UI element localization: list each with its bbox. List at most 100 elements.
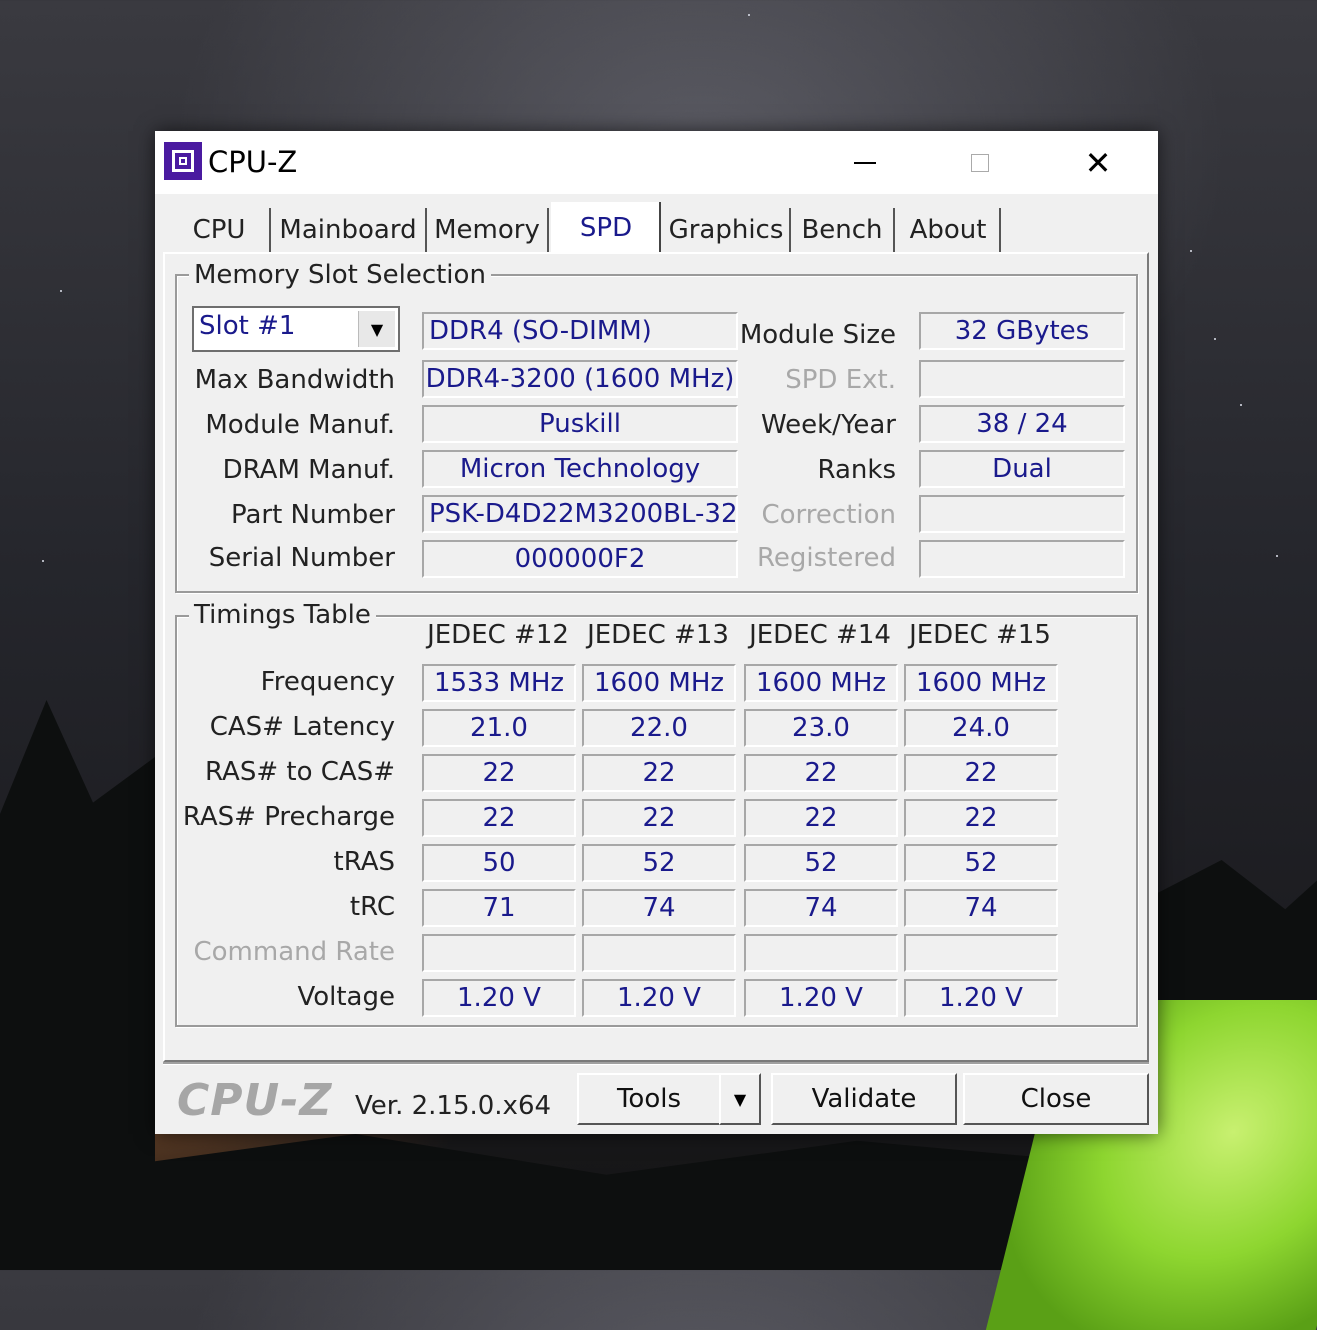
timing-cell: 50 (422, 844, 576, 882)
module-size-label: Module Size (739, 320, 896, 350)
tab-memory[interactable]: Memory (427, 208, 549, 252)
tab-spd[interactable]: SPD (551, 202, 661, 254)
spd-ext-label: SPD Ext. (785, 365, 896, 395)
serial-number-field: 000000F2 (422, 540, 738, 578)
part-number-label: Part Number (230, 500, 395, 530)
timing-cell (422, 934, 576, 972)
timing-row-label: tRC (349, 892, 395, 922)
timing-cell: 71 (422, 889, 576, 927)
slot-select[interactable]: Slot #1 ▼ (192, 306, 400, 352)
max-bandwidth-label: Max Bandwidth (194, 365, 395, 395)
chevron-down-icon: ▼ (733, 1089, 747, 1109)
timing-cell: 1.20 V (744, 979, 898, 1017)
registered-label: Registered (757, 543, 896, 573)
timing-cell: 1.20 V (422, 979, 576, 1017)
dram-manuf-field: Micron Technology (422, 450, 738, 488)
cpuz-app-icon (164, 142, 202, 180)
tab-about[interactable]: About (897, 208, 1001, 252)
ranks-label: Ranks (817, 455, 896, 485)
timing-row-label: tRAS (333, 847, 396, 877)
star (1240, 404, 1242, 406)
slot-select-value: Slot #1 (199, 311, 296, 341)
timings-column-header: JEDEC #14 (749, 620, 891, 650)
timing-cell (904, 934, 1058, 972)
module-manuf-field: Puskill (422, 405, 738, 443)
minimize-button[interactable] (815, 131, 915, 194)
timing-cell: 22 (582, 754, 736, 792)
cpuz-window: CPU-Z ✕ CPU Mainboard Memory SPD Graphic… (155, 131, 1158, 1134)
star (1190, 250, 1192, 252)
timing-cell: 22 (744, 799, 898, 837)
timing-cell: 22 (904, 754, 1058, 792)
week-year-field: 38 / 24 (919, 405, 1125, 443)
tab-graphics[interactable]: Graphics (663, 208, 791, 252)
star (60, 290, 62, 292)
correction-label: Correction (761, 500, 896, 530)
timing-cell: 21.0 (422, 709, 576, 747)
timing-cell: 52 (744, 844, 898, 882)
tools-dropdown-arrow[interactable]: ▼ (719, 1073, 761, 1125)
star (748, 14, 750, 16)
close-button[interactable]: Close (963, 1073, 1149, 1125)
timing-cell: 74 (904, 889, 1058, 927)
timing-cell: 22 (582, 799, 736, 837)
timing-row-label: Voltage (297, 982, 395, 1012)
timing-cell: 22 (422, 799, 576, 837)
timing-cell: 1.20 V (582, 979, 736, 1017)
timing-cell: 22 (422, 754, 576, 792)
module-manuf-label: Module Manuf. (205, 410, 395, 440)
timings-column-header: JEDEC #12 (427, 620, 569, 650)
memory-slot-group-label: Memory Slot Selection (189, 260, 491, 290)
star (42, 560, 44, 562)
tab-bench[interactable]: Bench (791, 208, 895, 252)
timing-row-label: RAS# Precharge (182, 802, 395, 832)
timing-cell (744, 934, 898, 972)
timing-cell: 24.0 (904, 709, 1058, 747)
validate-button[interactable]: Validate (771, 1073, 957, 1125)
star (1276, 555, 1278, 557)
correction-field (919, 495, 1125, 533)
cpuz-brand-logo: CPU-Z (177, 1075, 333, 1126)
week-year-label: Week/Year (760, 410, 896, 440)
registered-field (919, 540, 1125, 578)
module-type-field: DDR4 (SO-DIMM) (422, 312, 738, 350)
module-size-field: 32 GBytes (919, 312, 1125, 350)
timing-cell: 1600 MHz (904, 664, 1058, 702)
close-icon: ✕ (1084, 143, 1112, 182)
maximize-button[interactable] (930, 131, 1030, 194)
timing-cell: 1600 MHz (582, 664, 736, 702)
part-number-field: PSK-D4D22M3200BL-32G (422, 495, 738, 533)
timing-cell: 1600 MHz (744, 664, 898, 702)
spd-ext-field (919, 360, 1125, 398)
timing-row-label: RAS# to CAS# (205, 757, 395, 787)
timing-cell: 1.20 V (904, 979, 1058, 1017)
chevron-down-icon[interactable]: ▼ (358, 311, 395, 347)
star (1214, 338, 1216, 340)
close-window-button[interactable]: ✕ (1048, 131, 1148, 194)
serial-number-label: Serial Number (208, 543, 395, 573)
tab-cpu[interactable]: CPU (169, 208, 271, 252)
timing-cell: 74 (744, 889, 898, 927)
timings-column-header: JEDEC #13 (587, 620, 729, 650)
window-title: CPU-Z (208, 145, 298, 179)
tab-mainboard[interactable]: Mainboard (271, 208, 427, 252)
minimize-icon (854, 161, 876, 164)
timing-cell: 22 (904, 799, 1058, 837)
title-bar: CPU-Z ✕ (155, 131, 1158, 194)
timing-cell: 74 (582, 889, 736, 927)
timing-cell: 1533 MHz (422, 664, 576, 702)
tree-silhouette (0, 700, 155, 1270)
max-bandwidth-field: DDR4-3200 (1600 MHz) (422, 360, 738, 398)
timing-cell: 52 (582, 844, 736, 882)
maximize-icon (971, 153, 989, 172)
tools-button[interactable]: Tools (577, 1073, 721, 1125)
version-label: Ver. 2.15.0.x64 (355, 1091, 552, 1121)
timings-group-label: Timings Table (189, 600, 376, 630)
timing-row-label: CAS# Latency (209, 712, 395, 742)
timings-column-header: JEDEC #15 (909, 620, 1051, 650)
timing-cell: 22.0 (582, 709, 736, 747)
timing-cell: 52 (904, 844, 1058, 882)
dram-manuf-label: DRAM Manuf. (222, 455, 395, 485)
timing-cell: 22 (744, 754, 898, 792)
timing-cell (582, 934, 736, 972)
